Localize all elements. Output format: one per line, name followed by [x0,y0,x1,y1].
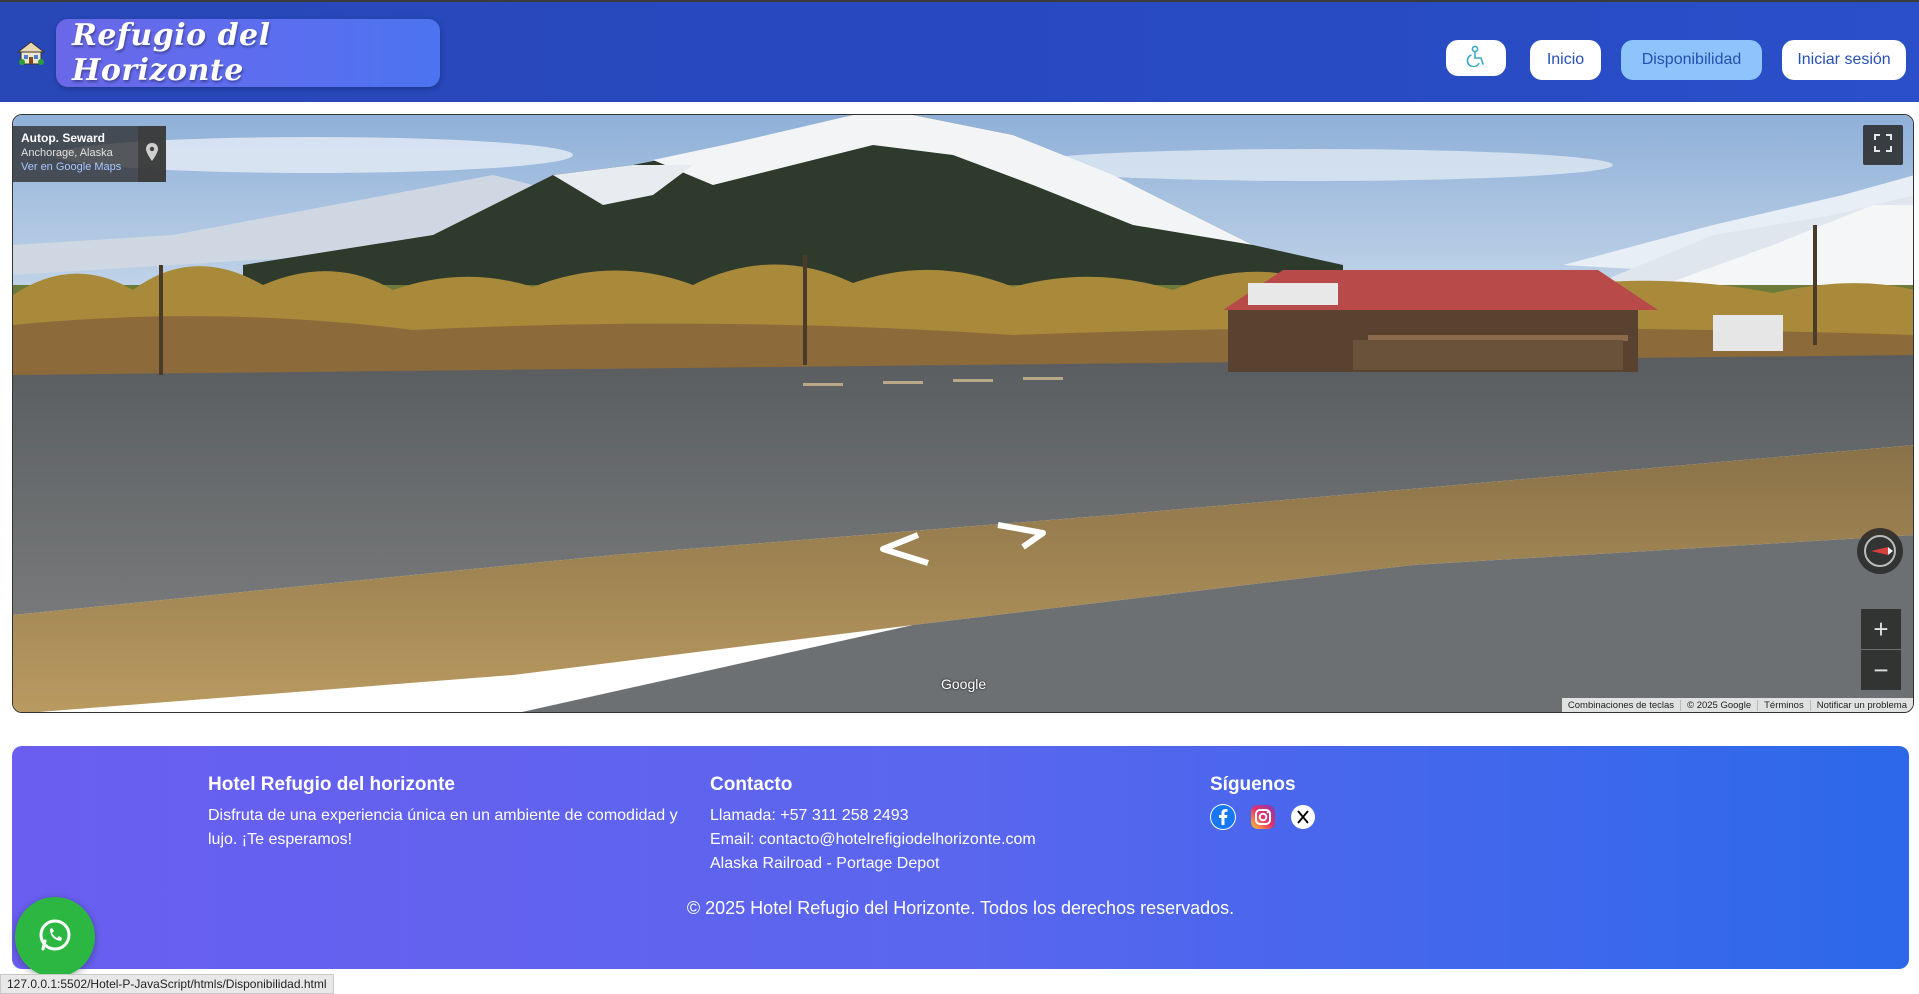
map-pin-icon [145,142,159,167]
instagram-icon[interactable] [1250,804,1276,830]
footer-contact: Contacto Llamada: +57 311 258 2493 Email… [710,774,1110,876]
compass-icon [1857,535,1903,578]
street-view-panorama[interactable] [13,115,1914,713]
terms-link[interactable]: Términos [1757,699,1810,711]
keyboard-shortcuts-link[interactable]: Combinaciones de teclas [1562,700,1680,711]
whatsapp-icon [36,916,74,959]
footer-contact-email: Email: contacto@hotelrefigiodelhorizonte… [710,831,1036,848]
map-pin-button[interactable] [138,126,166,182]
footer-contact-title: Contacto [710,774,793,795]
footer-about-title: Hotel Refugio del horizonte [208,774,455,795]
fullscreen-button[interactable] [1863,125,1903,165]
browser-status-url: 127.0.0.1:5502/Hotel-P-JavaScript/htmls/… [0,974,334,994]
compass-button[interactable] [1857,528,1903,574]
footer-copyright: © 2025 Hotel Refugio del Horizonte. Todo… [686,898,1235,918]
footer-contact-phone: Llamada: +57 311 258 2493 [710,807,909,824]
footer-social-title: Síguenos [1210,774,1296,795]
whatsapp-button[interactable] [15,897,95,977]
brand-banner[interactable]: Refugio del Horizonte [56,18,440,88]
site-footer: Hotel Refugio del horizonte Disfruta de … [12,746,1909,969]
nav-disponibilidad-button[interactable]: Disponibilidad [1621,40,1762,80]
footer-social: Síguenos [1210,774,1510,830]
login-button[interactable]: Iniciar sesión [1782,40,1906,80]
zoom-out-button[interactable]: − [1861,650,1901,690]
footer-about-text: Disfruta de una experiencia única en un … [208,807,678,848]
zoom-in-button[interactable]: + [1861,609,1901,649]
site-header: Refugio del Horizonte Inicio Disponibili… [0,2,1919,102]
accessibility-button[interactable] [1446,40,1506,76]
brand-title: Refugio del Horizonte [72,18,271,88]
hotel-logo-icon[interactable] [16,40,46,66]
google-watermark: Google [941,676,987,692]
nav-inicio-button[interactable]: Inicio [1530,40,1601,80]
street-view-map[interactable]: Autop. Seward Anchorage, Alaska Ver en G… [12,114,1914,713]
fullscreen-icon [1873,133,1893,158]
footer-contact-address: Alaska Railroad - Portage Depot [710,855,940,872]
social-links [1210,804,1510,830]
map-attribution-bar: Combinaciones de teclas © 2025 Google Té… [1561,698,1913,712]
x-icon[interactable] [1290,804,1316,830]
facebook-icon[interactable] [1210,804,1236,830]
report-problem-link[interactable]: Notificar un problema [1809,699,1913,711]
map-copyright: © 2025 Google [1680,699,1757,711]
accessibility-icon [1464,45,1488,72]
footer-about: Hotel Refugio del horizonte Disfruta de … [208,774,688,852]
